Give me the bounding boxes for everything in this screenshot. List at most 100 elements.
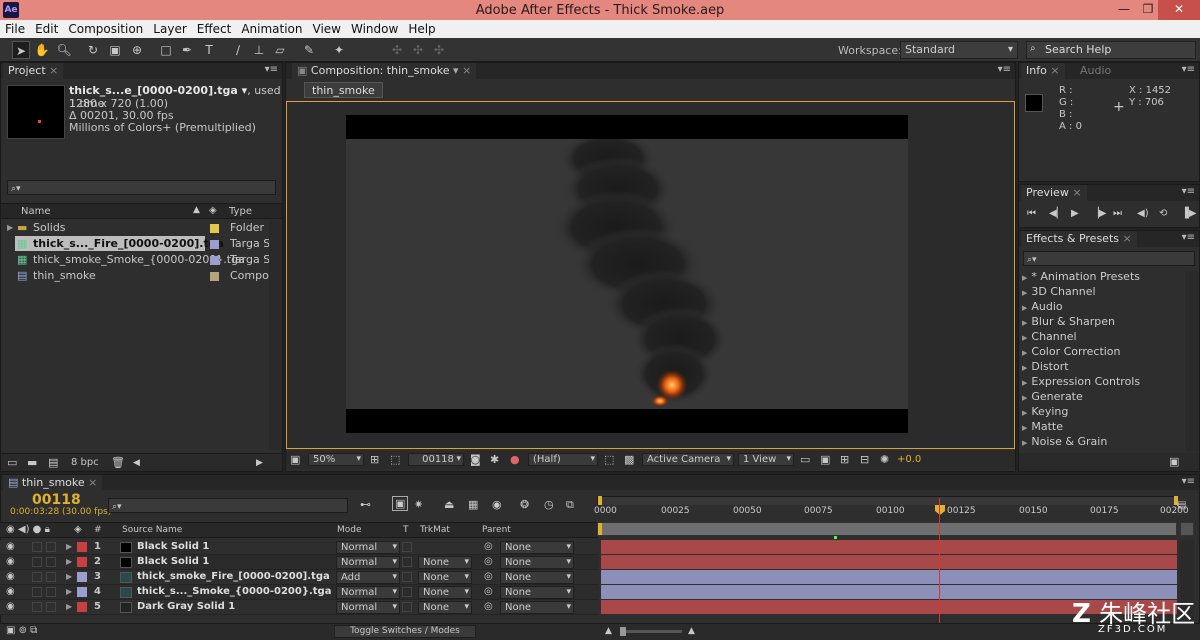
menu-layer[interactable]: Layer <box>148 20 191 38</box>
expand-icon[interactable]: ▶ <box>66 587 72 596</box>
menu-effect[interactable]: Effect <box>192 20 237 38</box>
preserve-transparency-toggle[interactable] <box>402 557 412 567</box>
layer-label-color[interactable] <box>77 602 87 612</box>
effect-category[interactable]: Noise & Grain <box>1022 434 1107 449</box>
layer-name[interactable]: thick_smoke_Fire_[0000-0200].tga <box>137 571 330 582</box>
effect-category[interactable]: Color Correction <box>1022 344 1120 359</box>
solo-toggle[interactable] <box>32 542 42 552</box>
brainstorm-icon[interactable]: ❂ <box>520 498 529 511</box>
effects-search-input[interactable]: ⌕▾ <box>1023 251 1195 266</box>
rotate-tool-icon[interactable]: ↻ <box>84 41 102 59</box>
menu-view[interactable]: View <box>308 20 346 38</box>
puppet-pin-tool-icon[interactable]: ✦ <box>330 41 348 59</box>
layer-switches-icon[interactable]: ▣ ⊚ ⧉ <box>6 625 37 636</box>
solo-toggle[interactable] <box>32 587 42 597</box>
layer-label-color[interactable] <box>77 572 87 582</box>
effect-category[interactable]: Expression Controls <box>1022 374 1140 389</box>
lock-toggle[interactable] <box>46 557 56 567</box>
comp-breadcrumb[interactable]: thin_smoke <box>304 82 383 98</box>
zoom-out-icon[interactable]: ▲ <box>605 626 612 636</box>
timeline-tab[interactable]: ▤ thin_smoke × <box>3 475 103 491</box>
pick-whip-icon[interactable]: ◎ <box>484 571 493 582</box>
layer-row[interactable]: ◉ ▶ 2 Black Solid 1 Normal None ◎ None <box>0 555 598 570</box>
info-tab[interactable]: Info × <box>1021 63 1065 79</box>
preserve-transparency-toggle[interactable] <box>402 587 412 597</box>
close-tab-icon[interactable]: × <box>1123 232 1132 245</box>
timeline-icon[interactable]: ⊞ <box>840 453 849 466</box>
timeline-timecode[interactable]: 00118 <box>32 492 81 508</box>
preview-tab[interactable]: Preview × <box>1021 185 1087 201</box>
project-row[interactable]: ▦ thick_smoke_Smoke_{0000-0200}.tga Targ… <box>1 252 274 268</box>
hide-shy-layers-icon[interactable]: ⏏ <box>444 498 454 511</box>
loop-icon[interactable]: ⟲ <box>1159 208 1167 219</box>
layer-row[interactable]: ◉ ▶ 4 thick_s..._Smoke_{0000-0200}.tga N… <box>0 585 598 600</box>
label-column-icon[interactable]: ◈ <box>209 205 217 216</box>
snapshot-icon[interactable]: ◙ <box>470 453 481 466</box>
layer-mode-select[interactable]: Add <box>336 571 400 584</box>
draft-3d-icon[interactable]: ✷ <box>414 498 423 511</box>
scroll-right-icon[interactable]: ▶ <box>256 458 263 468</box>
first-frame-icon[interactable]: ⏮ <box>1027 208 1036 219</box>
composition-tab[interactable]: ▣ Composition: thin_smoke ▾ × <box>292 63 477 79</box>
layer-trkmat-select[interactable]: None <box>418 556 472 569</box>
region-of-interest-icon[interactable]: ⬚ <box>604 453 614 466</box>
zoom-in-icon[interactable]: ▲ <box>688 626 695 636</box>
toggle-pixel-aspect-icon[interactable]: ▭ <box>800 453 810 466</box>
new-composition-icon[interactable]: ▤ <box>48 456 58 469</box>
panel-menu-icon[interactable]: ▾≡ <box>998 64 1011 75</box>
new-folder-icon[interactable]: ▬ <box>27 456 37 469</box>
zoom-tool-icon[interactable]: 🔍︎ <box>55 41 73 59</box>
lock-icon[interactable]: ▣ <box>297 64 307 77</box>
project-search-input[interactable]: ⌕▾ <box>7 180 276 195</box>
visibility-eye-icon[interactable]: ◉ <box>6 571 15 582</box>
sort-icon[interactable]: ▲ <box>193 205 200 215</box>
preserve-transparency-toggle[interactable] <box>402 602 412 612</box>
effect-category[interactable]: Distort <box>1022 359 1068 374</box>
current-time-field[interactable]: 00118 <box>408 453 464 466</box>
clone-stamp-tool-icon[interactable]: ⊥ <box>250 41 268 59</box>
previous-frame-icon[interactable]: ◀▏ <box>1049 208 1064 219</box>
expand-icon[interactable]: ▶ <box>66 542 72 551</box>
menu-edit[interactable]: Edit <box>30 20 63 38</box>
project-scrollbar[interactable] <box>269 220 281 450</box>
view-axis-icon[interactable]: ✣ <box>430 41 448 59</box>
play-icon[interactable]: ▶ <box>1071 208 1079 219</box>
time-navigator[interactable] <box>597 522 1177 536</box>
hand-tool-icon[interactable]: ✋ <box>33 41 51 59</box>
always-preview-icon[interactable]: ▣ <box>290 453 300 466</box>
layer-parent-select[interactable]: None <box>500 571 574 584</box>
project-tab[interactable]: Project × <box>3 63 64 79</box>
column-mode[interactable]: Mode <box>337 525 362 535</box>
project-row[interactable]: ▦ thick_s..._Fire_[0000-0200].tga Targa … <box>1 236 274 252</box>
new-preset-icon[interactable]: ▣ <box>1169 455 1179 468</box>
close-tab-icon[interactable]: × <box>88 476 97 489</box>
lock-toggle[interactable] <box>46 542 56 552</box>
effect-category[interactable]: Generate <box>1022 389 1082 404</box>
close-icon[interactable]: ✕ <box>1158 0 1200 20</box>
effect-category[interactable]: Matte <box>1022 419 1063 434</box>
bpc-label[interactable]: 8 bpc <box>71 457 99 468</box>
pick-whip-icon[interactable]: ◎ <box>484 556 493 567</box>
layer-mode-select[interactable]: Normal <box>336 586 400 599</box>
live-update-icon[interactable]: ▣ <box>392 496 409 511</box>
timeline-search-input[interactable]: ⌕▾ <box>108 498 348 513</box>
column-source-name[interactable]: Source Name <box>122 525 182 535</box>
magnification-select[interactable]: 50% <box>308 453 364 466</box>
pan-behind-tool-icon[interactable]: ⊕ <box>128 41 146 59</box>
eraser-tool-icon[interactable]: ▱ <box>271 41 289 59</box>
layer-name[interactable]: Dark Gray Solid 1 <box>137 601 235 612</box>
layer-trkmat-select[interactable]: None <box>418 571 472 584</box>
expand-icon[interactable]: ▶ <box>66 572 72 581</box>
panel-menu-icon[interactable]: ▾≡ <box>1182 186 1195 197</box>
selection-tool-icon[interactable]: ➤ <box>12 41 30 59</box>
pick-whip-icon[interactable]: ◎ <box>484 601 493 612</box>
layer-label-color[interactable] <box>77 542 87 552</box>
trash-icon[interactable]: 🗑︎ <box>111 456 125 469</box>
last-frame-icon[interactable]: ⏭ <box>1113 208 1122 219</box>
panel-menu-icon[interactable]: ▾≡ <box>1182 64 1195 75</box>
close-tab-icon[interactable]: × <box>462 64 471 77</box>
audio-icon[interactable]: ◀) <box>1137 208 1149 219</box>
preserve-transparency-toggle[interactable] <box>402 542 412 552</box>
zoom-slider-handle[interactable] <box>620 627 626 636</box>
close-tab-icon[interactable]: × <box>1050 64 1059 77</box>
